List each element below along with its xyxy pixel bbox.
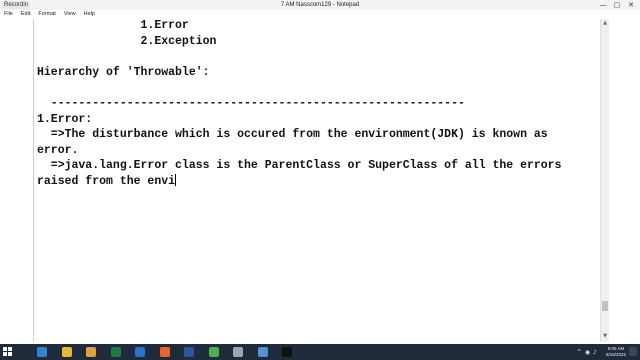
- file-explorer-icon[interactable]: [61, 347, 72, 357]
- scroll-thumb[interactable]: [602, 301, 608, 311]
- right-margin: [609, 19, 640, 342]
- photos-icon[interactable]: [257, 347, 268, 357]
- cmd-icon[interactable]: [282, 347, 292, 357]
- close-button[interactable]: ✕: [624, 0, 638, 10]
- taskbar: ^ ◉ ♪ 9:06 AM 6/16/2022: [0, 344, 640, 360]
- windows-start-icon[interactable]: [3, 347, 13, 357]
- editor-content[interactable]: 1.Error 2.Exception Hierarchy of 'Throwa…: [37, 18, 597, 190]
- excel-icon[interactable]: [110, 347, 121, 357]
- text-editor[interactable]: 1.Error 2.Exception Hierarchy of 'Throwa…: [33, 19, 599, 342]
- chrome-icon[interactable]: [208, 347, 219, 357]
- window-controls: — ▢ ✕: [596, 0, 638, 10]
- outlook-icon[interactable]: [135, 347, 145, 357]
- left-margin: [0, 19, 32, 344]
- tray-chevron-icon[interactable]: ^: [577, 349, 582, 356]
- volume-icon[interactable]: ♪: [593, 349, 597, 356]
- menu-file[interactable]: File: [4, 10, 13, 19]
- clock[interactable]: 9:06 AM 6/16/2022: [606, 346, 626, 358]
- network-icon[interactable]: ◉: [585, 349, 590, 356]
- window-title: 7 AM Nasscom129 - Notepad: [280, 2, 360, 8]
- vertical-scrollbar[interactable]: ▲ ▼: [600, 19, 609, 342]
- settings-icon[interactable]: [233, 347, 243, 357]
- editor-text: 1.Error 2.Exception Hierarchy of 'Throwa…: [37, 19, 562, 188]
- menu-edit[interactable]: Edit: [21, 10, 30, 19]
- firefox-icon[interactable]: [159, 347, 170, 357]
- notification-icon[interactable]: [629, 347, 637, 356]
- maximize-button[interactable]: ▢: [610, 0, 624, 10]
- text-caret: [175, 173, 177, 186]
- scroll-up-icon[interactable]: ▲: [601, 19, 609, 27]
- edge-icon[interactable]: [37, 347, 47, 357]
- minimize-button[interactable]: —: [596, 0, 610, 10]
- clock-date: 6/16/2022: [605, 352, 626, 357]
- word-icon[interactable]: [184, 347, 194, 357]
- scroll-down-icon[interactable]: ▼: [601, 332, 609, 340]
- file-manager-icon[interactable]: [86, 347, 96, 357]
